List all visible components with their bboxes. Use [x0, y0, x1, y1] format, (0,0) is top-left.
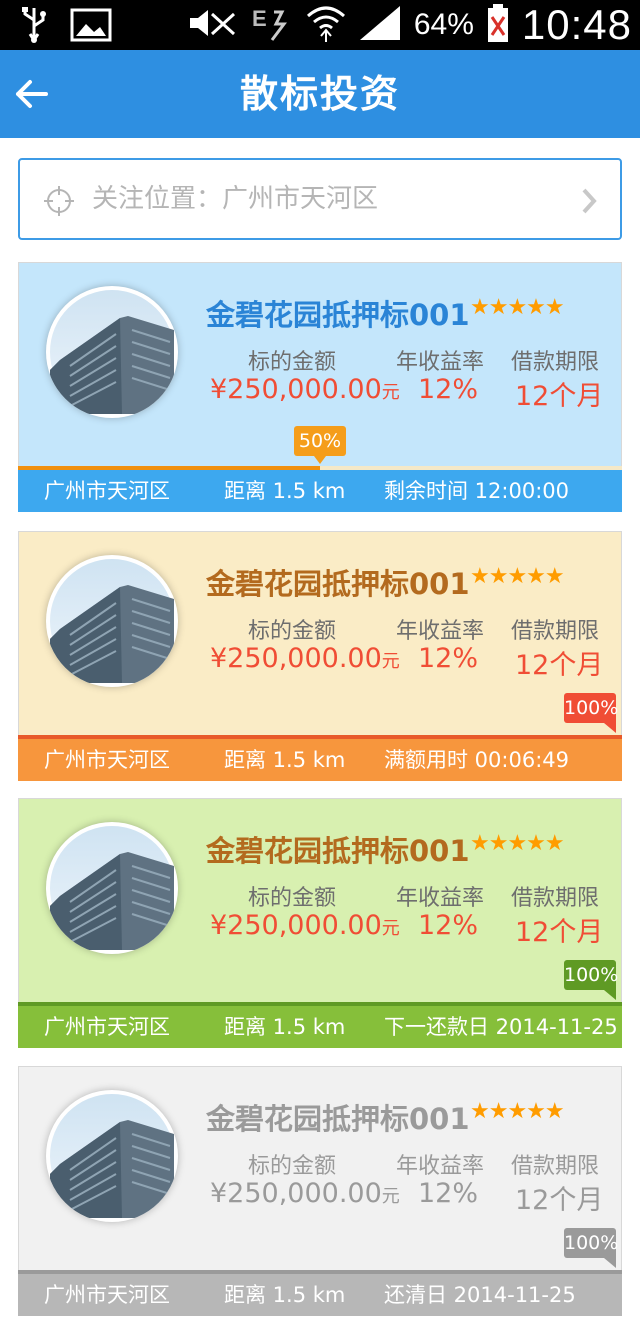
back-arrow-icon: [16, 80, 48, 108]
signal-e-icon: E: [250, 4, 294, 46]
back-button[interactable]: [14, 72, 54, 116]
rate-label: 年收益率: [396, 886, 485, 911]
footer-location: 广州市天河区: [44, 748, 170, 772]
battery-percent: 64%: [413, 8, 474, 41]
battery-icon: [486, 3, 510, 47]
loan-card-2[interactable]: 金碧花园抵押标001 ★★★★★ 标的金额 ¥250,000.00元 年收益率 …: [18, 531, 622, 781]
rate-value: 12%: [418, 643, 479, 674]
amount-value: ¥250,000.00元: [210, 643, 400, 674]
rating-stars: ★★★★★: [470, 564, 565, 589]
term-value: 12个月: [515, 381, 604, 412]
term-label: 借款期限: [511, 1154, 600, 1179]
location-label: 关注位置：广州市天河区: [92, 184, 379, 214]
term-label: 借款期限: [511, 886, 600, 911]
badge-pointer: [604, 723, 616, 733]
amount-label: 标的金额: [248, 1154, 337, 1179]
footer-location: 广州市天河区: [44, 1283, 170, 1307]
rate-value: 12%: [418, 374, 479, 405]
chevron-right-icon: [582, 188, 597, 214]
rate-value: 12%: [418, 910, 479, 941]
badge-pointer: [604, 990, 616, 1000]
svg-text:E: E: [252, 6, 267, 31]
property-photo: [46, 286, 178, 418]
card-footer: 广州市天河区 距离 1.5 km 满额用时 00:06:49: [18, 739, 622, 781]
page-title: 散标投资: [239, 72, 400, 116]
card-footer: 广州市天河区 距离 1.5 km 还清日 2014-11-25: [18, 1274, 622, 1316]
footer-status: 下一还款日 2014-11-25: [384, 1015, 618, 1039]
amount-label: 标的金额: [248, 619, 337, 644]
badge-pointer: [314, 456, 326, 464]
loan-title: 金碧花园抵押标001: [206, 834, 470, 868]
amount-label: 标的金额: [248, 350, 337, 375]
loan-title: 金碧花园抵押标001: [206, 1102, 470, 1136]
progress-badge: 100%: [564, 1228, 618, 1258]
property-photo: [46, 822, 178, 954]
property-photo: [46, 1090, 178, 1222]
location-selector[interactable]: 关注位置：广州市天河区: [18, 158, 622, 240]
wifi-icon: [306, 4, 346, 46]
rate-label: 年收益率: [396, 1154, 485, 1179]
status-bar: E 64% 10:48: [0, 0, 640, 50]
status-right-icons: E 64% 10:48: [186, 0, 632, 50]
card-footer: 广州市天河区 距离 1.5 km 下一还款日 2014-11-25: [18, 1006, 622, 1048]
rate-label: 年收益率: [396, 350, 485, 375]
amount-label: 标的金额: [248, 886, 337, 911]
status-left-icons: [20, 6, 112, 48]
footer-distance: 距离 1.5 km: [224, 1015, 346, 1039]
rate-label: 年收益率: [396, 619, 485, 644]
rating-stars: ★★★★★: [470, 831, 565, 856]
footer-distance: 距离 1.5 km: [224, 1283, 346, 1307]
rating-stars: ★★★★★: [470, 295, 565, 320]
progress-badge: 100%: [564, 693, 618, 723]
loan-card-4[interactable]: 金碧花园抵押标001 ★★★★★ 标的金额 ¥250,000.00元 年收益率 …: [18, 1066, 622, 1316]
amount-value: ¥250,000.00元: [210, 1178, 400, 1209]
progress-badge: 100%: [564, 960, 618, 990]
amount-value: ¥250,000.00元: [210, 374, 400, 405]
term-value: 12个月: [515, 917, 604, 948]
progress-badge: 50%: [294, 426, 346, 456]
footer-location: 广州市天河区: [44, 1015, 170, 1039]
target-icon: [44, 186, 74, 216]
loan-title: 金碧花园抵押标001: [206, 567, 470, 601]
footer-distance: 距离 1.5 km: [224, 479, 346, 503]
footer-distance: 距离 1.5 km: [224, 748, 346, 772]
card-footer: 广州市天河区 距离 1.5 km 剩余时间 12:00:00: [18, 470, 622, 512]
term-value: 12个月: [515, 650, 604, 681]
property-photo: [46, 555, 178, 687]
usb-icon: [20, 6, 48, 48]
loan-card-1[interactable]: 金碧花园抵押标001 ★★★★★ 标的金额 ¥250,000.00元 年收益率 …: [18, 262, 622, 512]
footer-status: 满额用时 00:06:49: [384, 748, 569, 772]
rating-stars: ★★★★★: [470, 1099, 565, 1124]
cell-signal-icon: [358, 4, 402, 46]
image-icon: [70, 8, 112, 46]
rate-value: 12%: [418, 1178, 479, 1209]
app-bar: 散标投资: [0, 50, 640, 138]
amount-value: ¥250,000.00元: [210, 910, 400, 941]
term-value: 12个月: [515, 1185, 604, 1216]
footer-location: 广州市天河区: [44, 479, 170, 503]
footer-status: 剩余时间 12:00:00: [384, 479, 569, 503]
badge-pointer: [604, 1258, 616, 1268]
term-label: 借款期限: [511, 350, 600, 375]
loan-title: 金碧花园抵押标001: [206, 298, 470, 332]
clock: 10:48: [521, 1, 632, 48]
mute-icon: [186, 6, 238, 44]
term-label: 借款期限: [511, 619, 600, 644]
footer-status: 还清日 2014-11-25: [384, 1283, 576, 1307]
loan-card-3[interactable]: 金碧花园抵押标001 ★★★★★ 标的金额 ¥250,000.00元 年收益率 …: [18, 798, 622, 1048]
